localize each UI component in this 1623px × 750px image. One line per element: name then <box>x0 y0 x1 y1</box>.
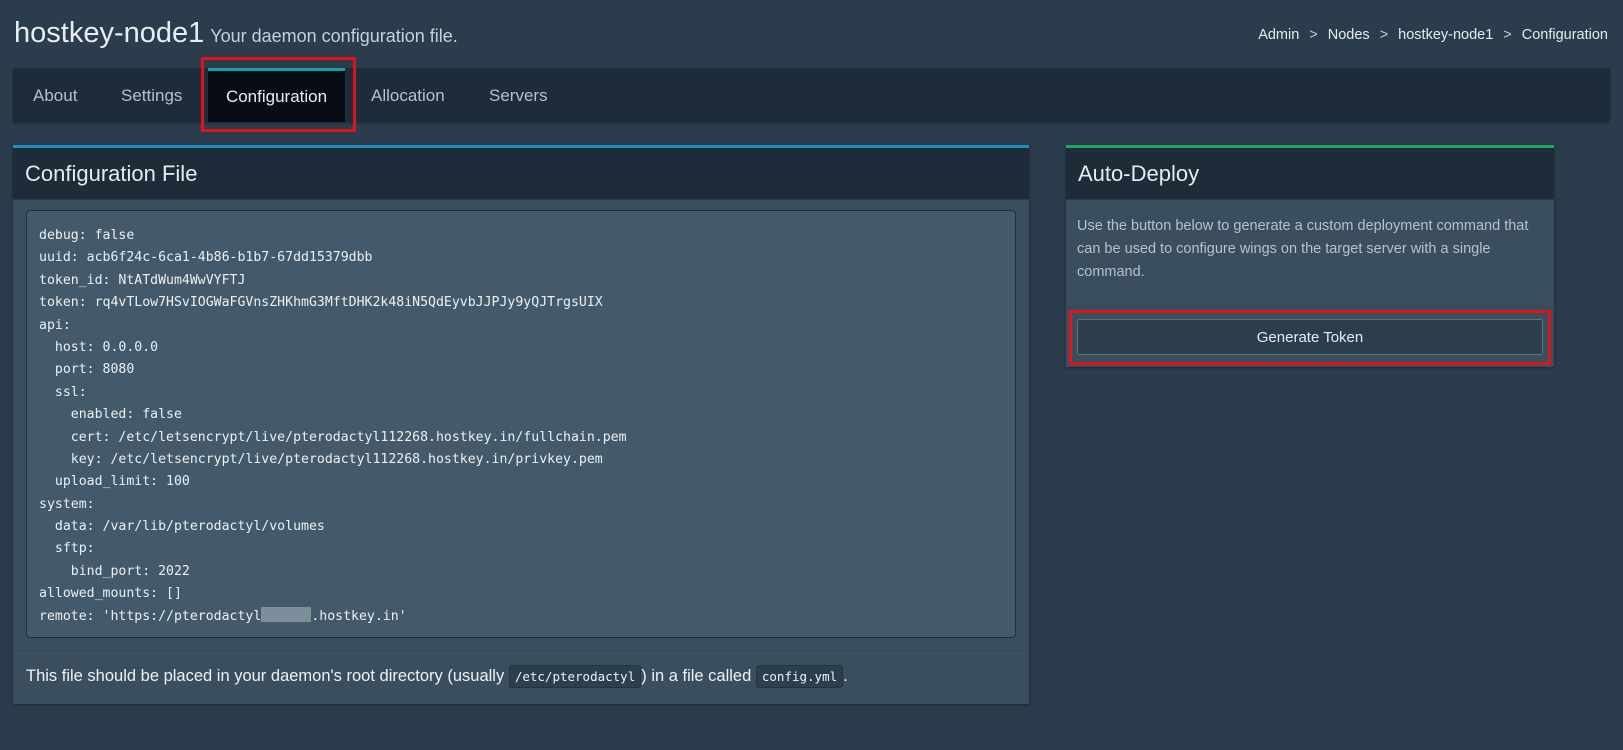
breadcrumb-separator: > <box>1503 27 1512 43</box>
code-line: enabled: false <box>39 407 182 423</box>
page-subtitle: Your daemon configuration file. <box>210 26 458 46</box>
remote-suffix: .hostkey.in' <box>311 608 407 624</box>
code-line: uuid: acb6f24c-6ca1-4b86-b1b7-67dd15379d… <box>39 250 373 266</box>
code-line-remote: remote: 'https://pterodactyl .hostkey.in' <box>39 606 1003 628</box>
auto-deploy-description: Use the button below to generate a custo… <box>1077 218 1529 280</box>
auto-deploy-panel: Auto-Deploy Use the button below to gene… <box>1066 145 1554 367</box>
tab-servers[interactable]: Servers <box>489 68 548 122</box>
code-line: port: 8080 <box>39 362 135 378</box>
code-line: bind_port: 2022 <box>39 563 190 579</box>
footer-text: . <box>843 667 848 685</box>
footer-text: This file should be placed in your daemo… <box>26 667 509 685</box>
auto-deploy-footer: Generate Token <box>1066 307 1554 367</box>
generate-token-button[interactable]: Generate Token <box>1077 319 1543 355</box>
redacted-block <box>261 606 312 622</box>
footer-code-path: /etc/pterodactyl <box>508 665 642 688</box>
auto-deploy-panel-title: Auto-Deploy <box>1078 161 1200 186</box>
tab-settings[interactable]: Settings <box>121 68 182 122</box>
code-line: token_id: NtATdWum4WwVYFTJ <box>39 272 246 288</box>
code-line: system: <box>39 496 95 512</box>
configuration-panel-title: Configuration File <box>25 161 198 186</box>
code-line: ssl: <box>39 384 87 400</box>
page-title-text: hostkey-node1 <box>14 17 205 49</box>
configuration-panel: Configuration File debug: false uuid: ac… <box>13 145 1029 704</box>
footer-code-filename: config.yml <box>755 665 844 688</box>
code-line: data: /var/lib/pterodactyl/volumes <box>39 519 325 535</box>
code-line: sftp: <box>39 541 95 557</box>
code-line: upload_limit: 100 <box>39 474 190 490</box>
configuration-panel-footer: This file should be placed in your daemo… <box>13 650 1029 704</box>
code-line: host: 0.0.0.0 <box>39 339 159 355</box>
breadcrumb: Admin > Nodes > hostkey-node1 > Configuration <box>1258 27 1608 43</box>
breadcrumb-nodes[interactable]: Nodes <box>1328 27 1370 43</box>
auto-deploy-panel-header: Auto-Deploy <box>1066 148 1554 200</box>
page-header: hostkey-node1 Your daemon configuration f… <box>0 0 1623 68</box>
code-line: allowed_mounts: [] <box>39 586 182 602</box>
tab-allocation[interactable]: Allocation <box>371 68 445 122</box>
node-tabs: About Settings Configuration Allocation … <box>13 68 1610 122</box>
tab-configuration[interactable]: Configuration <box>208 68 345 122</box>
code-line: cert: /etc/letsencrypt/live/pterodactyl1… <box>39 429 627 445</box>
config-code-block: debug: false uuid: acb6f24c-6ca1-4b86-b1… <box>26 210 1016 638</box>
remote-prefix: remote: 'https://pterodactyl <box>39 608 262 624</box>
footer-text: ) in a file called <box>641 667 756 685</box>
code-line: api: <box>39 317 71 333</box>
breadcrumb-admin[interactable]: Admin <box>1258 27 1299 43</box>
page-title: hostkey-node1 Your daemon configuration f… <box>14 17 458 50</box>
code-line: key: /etc/letsencrypt/live/pterodactyl11… <box>39 451 603 467</box>
breadcrumb-separator: > <box>1379 27 1389 43</box>
breadcrumb-current: Configuration <box>1521 27 1608 43</box>
code-line: debug: false <box>39 228 135 243</box>
code-line: token: rq4vTLow7HSvIOGWaFGVnsZHKhmG3MftD… <box>39 295 603 311</box>
tab-about[interactable]: About <box>33 68 77 122</box>
breadcrumb-separator: > <box>1309 27 1318 43</box>
configuration-panel-header: Configuration File <box>13 148 1029 200</box>
breadcrumb-node[interactable]: hostkey-node1 <box>1398 27 1493 43</box>
